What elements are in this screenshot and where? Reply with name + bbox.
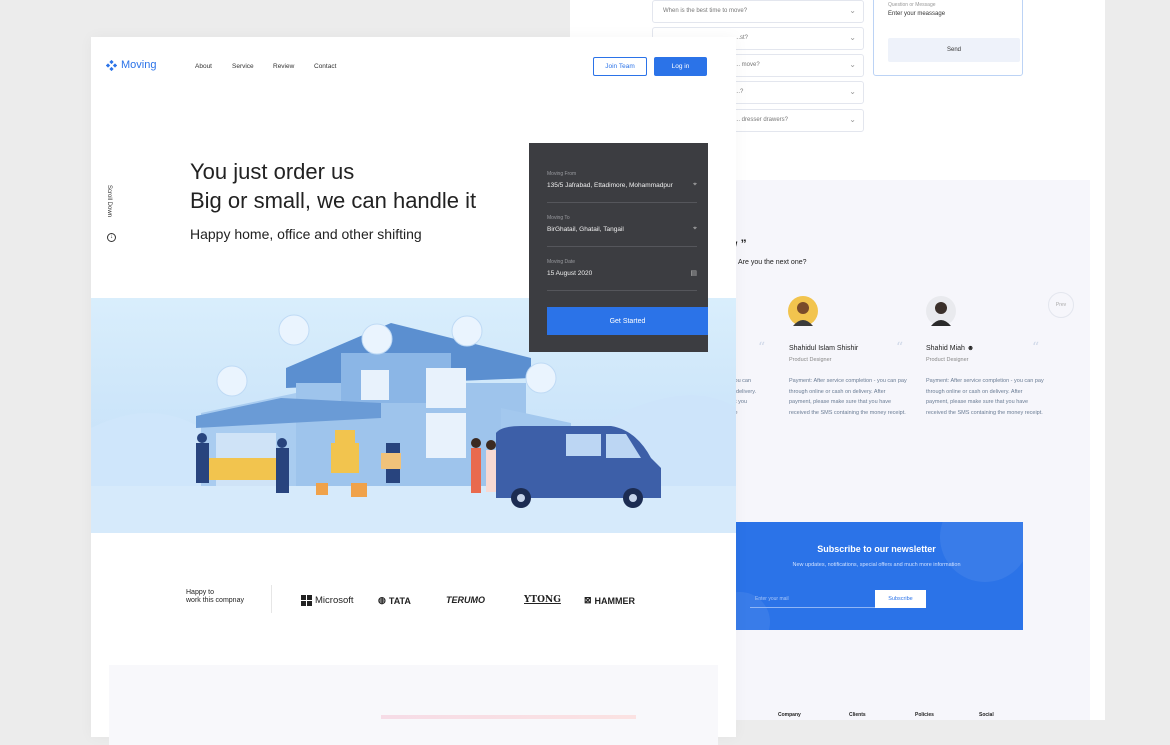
newsletter-section: Subscribe to our newsletter New updates,… bbox=[730, 522, 1023, 630]
nav-service[interactable]: Service bbox=[232, 63, 254, 70]
calendar-icon: ▤ bbox=[690, 270, 697, 277]
partner-logo-hammer: ⊠ HAMMER bbox=[584, 595, 636, 606]
newsletter-title: Subscribe to our newsletter bbox=[817, 544, 936, 554]
nav-contact[interactable]: Contact bbox=[314, 63, 336, 70]
partners-caption: Happy to work this compnay bbox=[186, 589, 244, 604]
moving-to-input[interactable]: BirGhatail, Ghatail, Tangail bbox=[547, 226, 675, 233]
footer-col-policies: Policies bbox=[915, 712, 934, 718]
message-form: Question or Message Enter your meassage … bbox=[873, 0, 1023, 76]
arrow-down-icon[interactable]: ↓ bbox=[107, 233, 116, 242]
login-button[interactable]: Log in bbox=[654, 57, 707, 76]
quote-icon: “ bbox=[758, 340, 766, 356]
reviewer-name: Shahidul Islam Shishir bbox=[789, 345, 859, 352]
review-text: Payment: After service completion - you … bbox=[926, 378, 1044, 416]
moving-from-field[interactable]: Moving From 135/5 Jafrabad, Ettadimore, … bbox=[547, 159, 697, 203]
location-icon: ⌖ bbox=[693, 225, 697, 232]
booking-form: Moving From 135/5 Jafrabad, Ettadimore, … bbox=[529, 143, 708, 352]
quote-icon: “ bbox=[896, 340, 904, 356]
partner-logo-tata: ◍ TATA bbox=[378, 595, 411, 606]
microsoft-icon bbox=[301, 595, 312, 606]
moving-from-input[interactable]: 135/5 Jafrabad, Ettadimore, Mohammadpur bbox=[547, 182, 675, 189]
decor-strip bbox=[381, 715, 636, 719]
faq-question[interactable]: When is the best time to move? ⌄ bbox=[652, 0, 864, 23]
chevron-down-icon: ⌄ bbox=[849, 60, 856, 69]
logo-icon bbox=[106, 59, 117, 71]
partner-logo-terumo: TERUMO bbox=[446, 595, 485, 605]
nav-about[interactable]: About bbox=[195, 63, 212, 70]
get-started-button[interactable]: Get Started bbox=[547, 307, 708, 335]
chevron-down-icon: ⌄ bbox=[849, 87, 856, 96]
front-page: Moving About Service Review Contact Join… bbox=[91, 37, 736, 745]
hammer-icon: ⊠ bbox=[584, 595, 592, 605]
chevron-down-icon: ⌄ bbox=[849, 33, 856, 42]
join-team-button[interactable]: Join Team bbox=[593, 57, 647, 76]
message-input[interactable]: Enter your meassage bbox=[888, 11, 945, 17]
partner-logo-microsoft: Microsoft bbox=[301, 595, 354, 606]
hero-title-line2: Big or small, we can handle it bbox=[190, 188, 477, 213]
review-text: Payment: After service completion - you … bbox=[789, 378, 907, 416]
chevron-down-icon: ⌄ bbox=[849, 6, 856, 15]
emoji-icon: ☻ bbox=[966, 345, 975, 352]
next-section-panel bbox=[109, 665, 718, 745]
tata-icon: ◍ bbox=[378, 595, 386, 605]
moving-date-input[interactable]: 15 August 2020 bbox=[547, 270, 675, 277]
nav-review[interactable]: Review bbox=[273, 63, 294, 70]
reviewer-role: Product Designer bbox=[789, 357, 832, 363]
footer-col-clients: Clients bbox=[849, 712, 866, 718]
moving-date-field[interactable]: Moving Date 15 August 2020 ▤ bbox=[547, 247, 697, 291]
avatar bbox=[926, 296, 956, 326]
partner-logo-ytong: YTONG bbox=[524, 595, 561, 605]
reviewer-name: Shahid Miah ☻ bbox=[926, 345, 975, 352]
newsletter-email-input[interactable] bbox=[750, 590, 875, 608]
location-icon: ⌖ bbox=[693, 181, 697, 188]
avatar bbox=[788, 296, 818, 326]
hero-subtitle: Happy home, office and other shifting bbox=[190, 226, 422, 242]
logo[interactable]: Moving bbox=[106, 59, 156, 71]
partners-strip: Happy to work this compnay Microsoft ◍ TA… bbox=[91, 582, 736, 617]
reviewer-role: Product Designer bbox=[926, 357, 969, 363]
newsletter-subtitle: New updates, notifications, special offe… bbox=[792, 562, 961, 568]
quote-icon: “ bbox=[1032, 340, 1040, 356]
footer-col-company: Company bbox=[778, 712, 801, 718]
reviews-subtitle: Are you the next one? bbox=[738, 259, 807, 266]
moving-to-field[interactable]: Moving To BirGhatail, Ghatail, Tangail ⌖ bbox=[547, 203, 697, 247]
chevron-down-icon: ⌄ bbox=[849, 115, 856, 124]
hero-title-line1: You just order us bbox=[190, 159, 355, 184]
send-button[interactable]: Send bbox=[888, 38, 1020, 62]
subscribe-button[interactable]: Subscribe bbox=[875, 590, 926, 608]
footer-col-social: Social bbox=[979, 712, 994, 718]
reviews-nav-button[interactable]: Prev bbox=[1048, 292, 1074, 318]
divider bbox=[271, 585, 272, 613]
message-label: Question or Message bbox=[888, 2, 936, 8]
logo-text: Moving bbox=[121, 59, 157, 71]
scroll-down-label[interactable]: Scroll Down bbox=[106, 185, 112, 217]
